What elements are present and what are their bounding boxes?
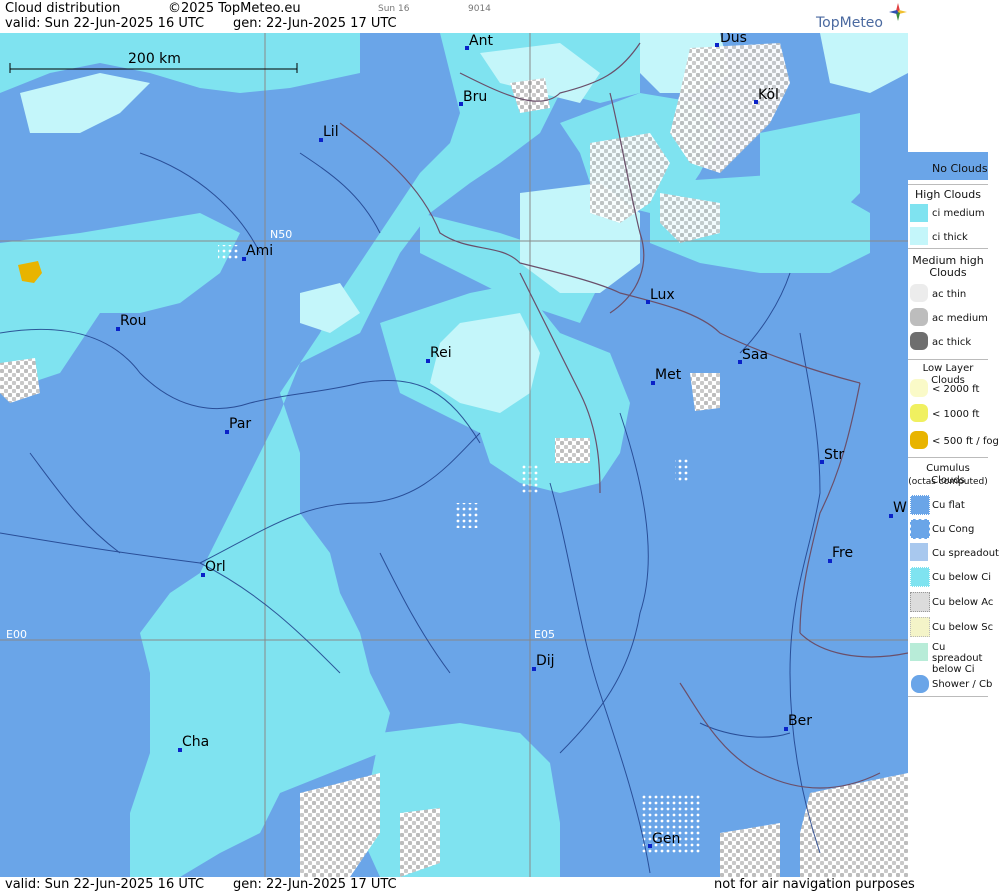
legend-swatch-cu-cong <box>910 519 930 539</box>
legend-label: Cu below Ci <box>932 572 992 583</box>
map-graphics <box>0 33 908 877</box>
legend-swatch-ac-medium <box>910 308 928 326</box>
legend-label: Cu spreadout below Ci <box>932 642 983 675</box>
brand-logo-text: TopMeteo <box>816 15 883 31</box>
valid-time: valid: Sun 22-Jun-2025 16 UTC <box>5 16 205 31</box>
legend-label: Cu spreadout <box>932 548 999 559</box>
code-label: 9014 <box>468 4 491 14</box>
city-label: Lux <box>650 287 675 303</box>
legend-swatch-ac-thick <box>910 332 928 350</box>
legend-label: Shower / Cb <box>932 679 993 690</box>
legend-swatch-low-2000 <box>910 379 928 397</box>
legend-swatch-cu-spread-ci <box>910 643 928 661</box>
legend-swatch-ci-thick <box>910 227 928 245</box>
city-label: Dij <box>536 653 555 669</box>
gen-time: gen: 22-Jun-2025 17 UTC <box>233 16 397 31</box>
scale-bar-label: 200 km <box>128 51 181 67</box>
legend-label: ci thick <box>932 232 968 243</box>
legend-label: Cu Cong <box>932 524 975 535</box>
legend-label: < 500 ft / fog <box>932 436 999 447</box>
legend-swatch-low-1000 <box>910 404 928 422</box>
legend-divider <box>908 457 988 458</box>
city-label: Par <box>229 416 252 432</box>
legend-label: Cu below Sc <box>932 622 994 633</box>
legend-swatch-shower <box>910 674 930 694</box>
legend-divider <box>908 359 988 360</box>
legend-no-clouds: No Clouds <box>908 152 988 180</box>
footer-valid-time: valid: Sun 22-Jun-2025 16 UTC <box>5 877 205 892</box>
coord-label-e05: E05 <box>534 628 555 641</box>
city-label: Rei <box>430 345 452 361</box>
city-label: Rou <box>120 313 147 329</box>
coord-label-n50: N50 <box>270 228 293 241</box>
legend-heading-medium: Medium high Clouds <box>912 254 984 279</box>
legend-subheading-cumulus: (octas computed) <box>908 477 988 487</box>
legend-heading-high: High Clouds <box>915 188 981 201</box>
city-label: Saa <box>742 347 769 363</box>
footer-disclaimer: not for air navigation purposes <box>714 877 915 892</box>
legend-label: < 1000 ft <box>932 409 980 420</box>
city-label: W <box>893 500 907 516</box>
footer: valid: Sun 22-Jun-2025 16 UTC gen: 22-Ju… <box>0 877 915 893</box>
legend-swatch-cu-spread <box>910 543 928 561</box>
legend-label: ci medium <box>932 208 985 219</box>
footer-gen-time: gen: 22-Jun-2025 17 UTC <box>233 877 397 892</box>
city-dot <box>715 43 719 47</box>
legend-divider <box>908 696 988 697</box>
legend-swatch-ac-thin <box>910 284 928 302</box>
legend-label: ac medium <box>932 313 988 324</box>
run-label: Sun 16 <box>378 4 410 14</box>
cloud-map[interactable]: 200 km N50 E00 E05 Ant Düs Bru Köl Lil A… <box>0 33 908 877</box>
legend-swatch-ci-medium <box>910 204 928 222</box>
city-label: Cha <box>182 734 210 750</box>
legend-swatch-cu-flat <box>910 495 930 515</box>
city-label: Lil <box>323 124 339 140</box>
map-title: Cloud distribution <box>5 1 121 16</box>
header: Cloud distribution ©2025 TopMeteo.eu Sun… <box>0 0 908 33</box>
city-label: Ant <box>469 33 493 49</box>
legend-divider <box>908 248 988 249</box>
city-label: Orl <box>205 559 226 575</box>
legend-swatch-low-500 <box>910 431 928 449</box>
legend-label: No Clouds <box>932 162 988 175</box>
legend-divider <box>908 184 988 185</box>
city-label: Ber <box>788 713 812 729</box>
city-label: Bru <box>463 89 488 105</box>
legend-swatch-cu-below-ci <box>910 567 930 587</box>
legend-label: ac thin <box>932 289 967 300</box>
city-label: Gen <box>652 831 681 847</box>
copyright: ©2025 TopMeteo.eu <box>168 1 301 16</box>
legend-label: Cu flat <box>932 500 965 511</box>
ci-medium-areas <box>0 33 870 877</box>
legend-label: Cu below Ac <box>932 597 994 608</box>
city-label: Str <box>824 447 845 463</box>
legend-label: < 2000 ft <box>932 384 980 395</box>
compass-logo-icon <box>889 3 907 21</box>
legend-swatch-cu-below-sc <box>910 617 930 637</box>
city-label: Düs <box>720 33 747 46</box>
city-label: Köl <box>758 87 779 103</box>
city-label: Ami <box>246 243 274 259</box>
city-label: Fre <box>832 545 854 561</box>
legend-label: ac thick <box>932 337 972 348</box>
coord-label-e00: E00 <box>6 628 27 641</box>
city-label: Met <box>655 367 682 383</box>
legend-swatch-cu-below-ac <box>910 592 930 612</box>
